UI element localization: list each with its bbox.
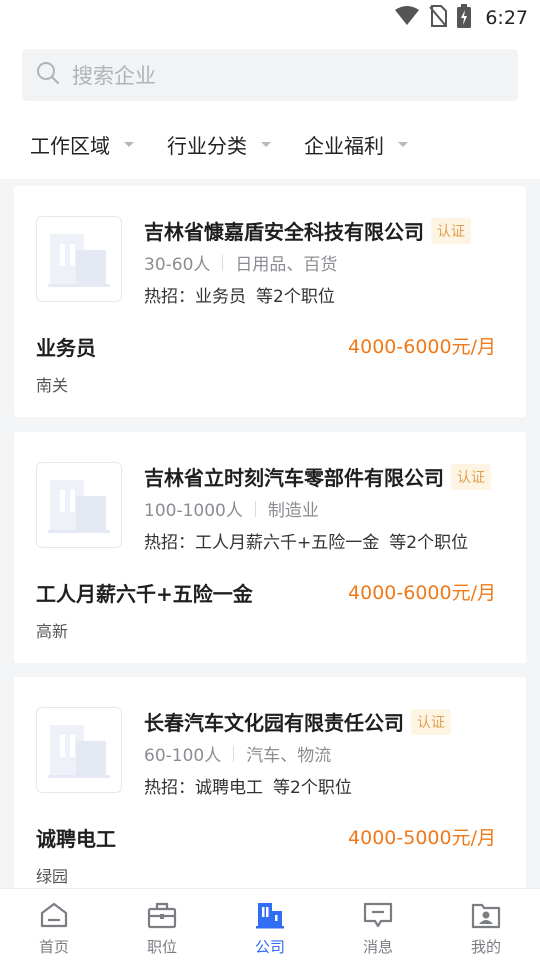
company-logo — [36, 216, 122, 302]
company-industry: 日用品、百货 — [235, 255, 338, 275]
hot-more: 等2个职位 — [256, 287, 335, 307]
home-icon — [39, 901, 69, 933]
company-size: 60-100人 — [144, 746, 222, 766]
tab-messages[interactable]: 消息 — [324, 889, 432, 960]
company-meta: 30-60人 日用品、百货 — [144, 250, 337, 275]
divider — [254, 500, 256, 517]
tab-label: 公司 — [254, 938, 285, 956]
company-name-text: 吉林省立时刻汽车零部件有限公司 — [144, 466, 444, 490]
hot-more: 等2个职位 — [273, 778, 352, 798]
company-card[interactable]: 吉林省慷嘉盾安全科技有限公司 认证 30-60人 日用品、百货 热招：业务员 等2… — [14, 186, 526, 417]
tab-home[interactable]: 首页 — [0, 889, 108, 960]
hot-more: 等2个职位 — [389, 533, 469, 553]
company-size: 100-1000人 — [144, 501, 243, 521]
caret-down-icon — [124, 141, 134, 147]
divider — [222, 254, 224, 271]
hot-prefix: 热招： — [144, 533, 195, 553]
company-logo — [36, 707, 122, 793]
filter-label: 工作区域 — [30, 133, 110, 158]
status-time: 6:27 — [485, 7, 528, 29]
search-icon — [36, 61, 60, 89]
verified-badge: 认证 — [411, 708, 451, 735]
search-input[interactable]: 搜索企业 — [22, 49, 518, 101]
divider — [233, 745, 235, 762]
caret-down-icon — [261, 141, 271, 147]
tab-label: 职位 — [146, 938, 177, 956]
job-area: 南关 — [36, 376, 69, 395]
status-bar: 6:27 — [0, 0, 540, 36]
hot-prefix: 热招： — [144, 778, 195, 798]
tab-profile[interactable]: 我的 — [432, 889, 540, 960]
search-placeholder: 搜索企业 — [72, 64, 156, 88]
verified-badge: 认证 — [451, 463, 491, 490]
company-industry: 汽车、物流 — [246, 746, 332, 766]
filter-benefits[interactable]: 企业福利 — [304, 130, 408, 159]
company-meta: 100-1000人 制造业 — [144, 496, 319, 521]
profile-icon — [471, 901, 501, 933]
tab-label: 首页 — [38, 938, 69, 956]
wifi-icon — [395, 6, 420, 30]
hot-job: 业务员 — [195, 287, 246, 307]
filter-industry[interactable]: 行业分类 — [167, 130, 271, 159]
hot-job: 诚聘电工 — [195, 778, 263, 798]
company-industry: 制造业 — [267, 501, 319, 521]
hot-job: 工人月薪六千+五险一金 — [195, 533, 380, 553]
tab-label: 消息 — [362, 938, 393, 956]
hot-jobs: 热招：诚聘电工 等2个职位 — [144, 773, 352, 798]
company-name: 吉林省慷嘉盾安全科技有限公司 认证 — [144, 216, 471, 245]
company-name-text: 吉林省慷嘉盾安全科技有限公司 — [144, 220, 424, 244]
job-salary: 4000-5000元/月 — [348, 827, 496, 849]
tab-label: 我的 — [470, 938, 501, 956]
job-area: 绿园 — [36, 867, 69, 886]
tab-company[interactable]: 公司 — [216, 889, 324, 960]
bottom-tab-bar: 首页 职位 公司 消息 我的 — [0, 888, 540, 960]
company-name-text: 长春汽车文化园有限责任公司 — [144, 711, 404, 735]
building-icon — [255, 901, 285, 933]
job-title: 诚聘电工 — [36, 827, 116, 851]
filter-bar: 工作区域 行业分类 企业福利 — [0, 124, 540, 164]
tab-jobs[interactable]: 职位 — [108, 889, 216, 960]
hot-jobs: 热招：业务员 等2个职位 — [144, 282, 335, 307]
job-salary: 4000-6000元/月 — [348, 582, 496, 604]
verified-badge: 认证 — [431, 217, 471, 244]
job-title: 工人月薪六千+五险一金 — [36, 582, 253, 606]
hot-prefix: 热招： — [144, 287, 195, 307]
filter-work-area[interactable]: 工作区域 — [30, 130, 134, 159]
caret-down-icon — [398, 141, 408, 147]
no-sim-icon — [429, 5, 448, 31]
company-logo — [36, 462, 122, 548]
briefcase-icon — [147, 901, 177, 933]
message-icon — [363, 901, 393, 933]
company-meta: 60-100人 汽车、物流 — [144, 741, 331, 766]
hot-jobs: 热招：工人月薪六千+五险一金 等2个职位 — [144, 528, 468, 553]
battery-charging-icon — [457, 4, 472, 32]
company-size: 30-60人 — [144, 255, 211, 275]
header: 搜索企业 工作区域 行业分类 企业福利 — [0, 36, 540, 179]
company-list: 吉林省慷嘉盾安全科技有限公司 认证 30-60人 日用品、百货 热招：业务员 等2… — [0, 186, 540, 888]
company-name: 长春汽车文化园有限责任公司 认证 — [144, 707, 451, 736]
company-card[interactable]: 吉林省立时刻汽车零部件有限公司 认证 100-1000人 制造业 热招：工人月薪… — [14, 432, 526, 663]
filter-label: 企业福利 — [304, 133, 384, 158]
filter-label: 行业分类 — [167, 133, 247, 158]
job-area: 高新 — [36, 622, 69, 641]
company-name: 吉林省立时刻汽车零部件有限公司 认证 — [144, 462, 491, 491]
company-card[interactable]: 长春汽车文化园有限责任公司 认证 60-100人 汽车、物流 热招：诚聘电工 等2… — [14, 677, 526, 888]
job-title: 业务员 — [36, 336, 96, 360]
job-salary: 4000-6000元/月 — [348, 336, 496, 358]
